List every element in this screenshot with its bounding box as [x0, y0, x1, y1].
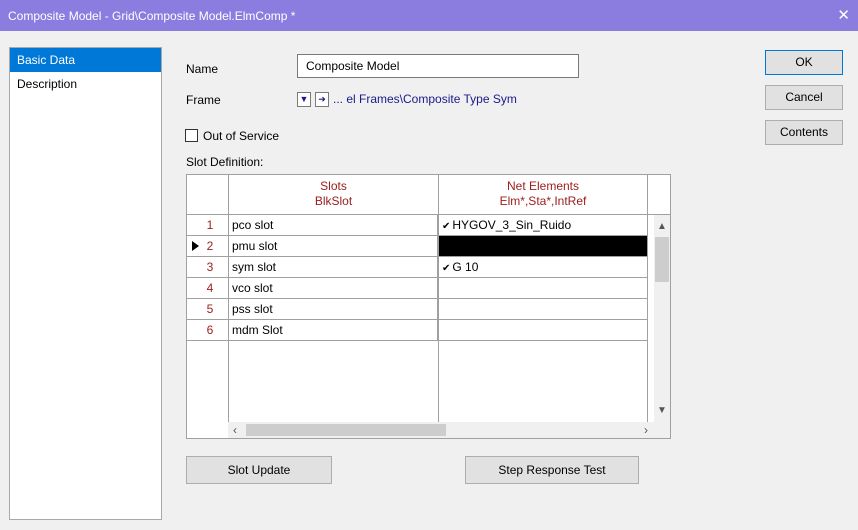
scroll-right-icon[interactable]: › [644, 423, 648, 437]
row-number-text: 2 [206, 239, 214, 253]
column-subtitle: Elm*,Sta*,IntRef [499, 194, 587, 208]
row-number[interactable]: 1 [187, 215, 228, 236]
table-row[interactable]: 3 sym slot ✔ G 10 [187, 257, 647, 278]
row-number-text: 1 [206, 218, 214, 232]
nav-panel: Basic Data Description [9, 47, 162, 520]
close-icon[interactable]: ✕ [837, 6, 850, 24]
ok-button[interactable]: OK [765, 50, 843, 75]
slot-cell[interactable]: mdm Slot [229, 320, 438, 341]
row-number[interactable]: 3 [187, 257, 228, 278]
horizontal-scroll-thumb[interactable] [246, 424, 446, 436]
scroll-up-icon[interactable]: ▲ [657, 221, 667, 232]
row-divider [187, 340, 228, 341]
slot-cell[interactable]: vco slot [229, 278, 438, 299]
net-element-value: HYGOV_3_Sin_Ruido [452, 218, 572, 232]
contents-button[interactable]: Contents [765, 120, 843, 145]
row-number[interactable]: 5 [187, 299, 228, 320]
column-title: Net Elements [506, 179, 580, 193]
slot-cell[interactable]: pco slot [229, 215, 438, 236]
net-element-cell[interactable] [439, 278, 647, 299]
vertical-scrollbar[interactable]: ▲ ▼ [654, 215, 670, 438]
slot-update-button[interactable]: Slot Update [186, 456, 332, 484]
nav-item-basic-data[interactable]: Basic Data [10, 48, 161, 72]
row-number[interactable]: 4 [187, 278, 228, 299]
table-row[interactable]: 1 pco slot ✔ HYGOV_3_Sin_Ruido [187, 215, 647, 236]
row-number[interactable]: 2 [187, 236, 228, 257]
slot-definition-label: Slot Definition: [186, 155, 264, 169]
slot-cell[interactable]: pmu slot [229, 236, 438, 257]
step-response-test-button[interactable]: Step Response Test [465, 456, 639, 484]
check-icon: ✔ [442, 263, 451, 274]
nav-item-description[interactable]: Description [10, 72, 161, 96]
row-number-text: 5 [206, 302, 214, 316]
row-number-text: 4 [206, 281, 214, 295]
net-element-cell[interactable] [439, 299, 647, 320]
column-header-slots[interactable]: Slots BlkSlot [229, 175, 438, 215]
horizontal-scrollbar[interactable]: ‹ › [228, 422, 654, 438]
frame-label: Frame [186, 93, 221, 107]
column-header-net-elements[interactable]: Net Elements Elm*,Sta*,IntRef [439, 175, 647, 215]
slot-cell[interactable]: pss slot [229, 299, 438, 320]
net-element-value: G 10 [452, 260, 479, 274]
table-row[interactable]: 5 pss slot [187, 299, 647, 320]
table-row[interactable]: 2 pmu slot [187, 236, 647, 257]
net-element-cell[interactable]: ✔ G 10 [439, 257, 647, 278]
check-icon: ✔ [442, 221, 451, 232]
vertical-scroll-thumb[interactable] [655, 237, 669, 282]
row-number-text: 6 [206, 323, 214, 337]
row-number[interactable]: 6 [187, 320, 228, 341]
table-row[interactable]: 6 mdm Slot [187, 320, 647, 341]
net-element-cell-selected[interactable] [439, 236, 647, 257]
scroll-left-icon[interactable]: ‹ [233, 423, 237, 437]
current-row-arrow-icon [192, 241, 199, 251]
scroll-down-icon[interactable]: ▼ [657, 405, 667, 416]
slot-cell[interactable]: sym slot [229, 257, 438, 278]
out-of-service-checkbox[interactable] [185, 129, 198, 142]
frame-link[interactable]: ... el Frames\Composite Type Sym [333, 92, 517, 106]
table-row[interactable]: 4 vco slot [187, 278, 647, 299]
net-element-cell[interactable] [439, 320, 647, 341]
column-subtitle: BlkSlot [314, 194, 353, 208]
title-bar: Composite Model - Grid\Composite Model.E… [0, 0, 858, 31]
jump-arrow-icon[interactable]: ➜ [315, 92, 329, 107]
net-element-cell[interactable]: ✔ HYGOV_3_Sin_Ruido [439, 215, 647, 236]
slot-grid[interactable]: Slots BlkSlot Net Elements Elm*,Sta*,Int… [186, 174, 671, 439]
name-label: Name [186, 62, 219, 76]
row-number-text: 3 [206, 260, 214, 274]
dropdown-arrow-icon[interactable]: ▼ [297, 92, 311, 107]
cancel-button[interactable]: Cancel [765, 85, 843, 110]
name-input[interactable]: Composite Model [297, 54, 579, 78]
out-of-service-label: Out of Service [203, 129, 280, 143]
column-title: Slots [320, 179, 347, 193]
window-title: Composite Model - Grid\Composite Model.E… [8, 9, 296, 23]
